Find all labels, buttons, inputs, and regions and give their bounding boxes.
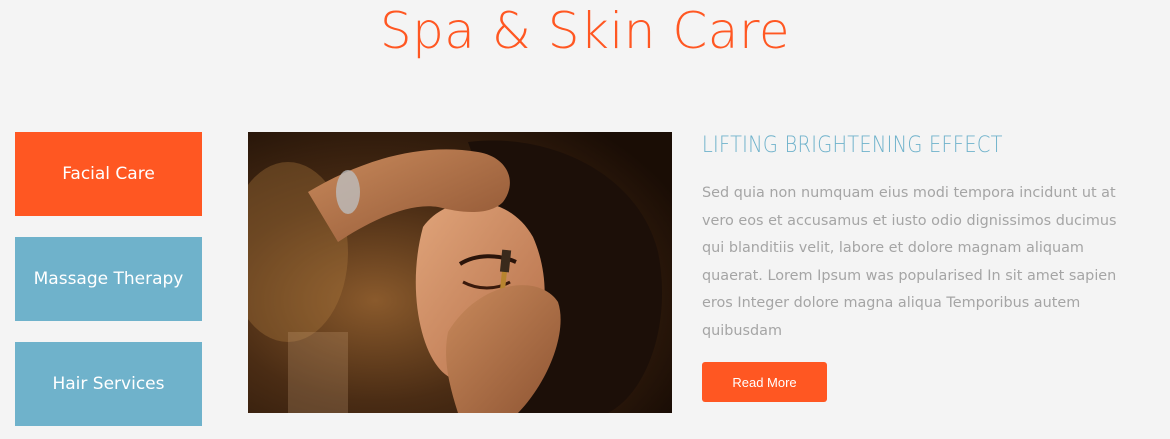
tab-hair-services[interactable]: Hair Services <box>15 342 202 426</box>
tab-label: Hair Services <box>52 374 165 394</box>
tab-label: Facial Care <box>62 164 155 184</box>
section-title: Spa & Skin Care <box>379 2 791 60</box>
makeup-application-photo <box>248 132 672 413</box>
tab-massage-therapy[interactable]: Massage Therapy <box>15 237 202 321</box>
content-body: Sed quia non numquam eius modi tempora i… <box>702 185 1117 339</box>
read-more-button[interactable]: Read More <box>702 362 827 402</box>
content-heading: LIFTING BRIGHTENING EFFECT <box>702 133 1003 158</box>
spa-section: Spa & Skin Care Facial Care Massage Ther… <box>0 0 1170 439</box>
service-tabs: Facial Care Massage Therapy Hair Service… <box>15 132 202 426</box>
service-content: LIFTING BRIGHTENING EFFECT Sed quia non … <box>702 130 1122 346</box>
tab-label: Massage Therapy <box>33 269 184 289</box>
tab-facial-care[interactable]: Facial Care <box>15 132 202 216</box>
